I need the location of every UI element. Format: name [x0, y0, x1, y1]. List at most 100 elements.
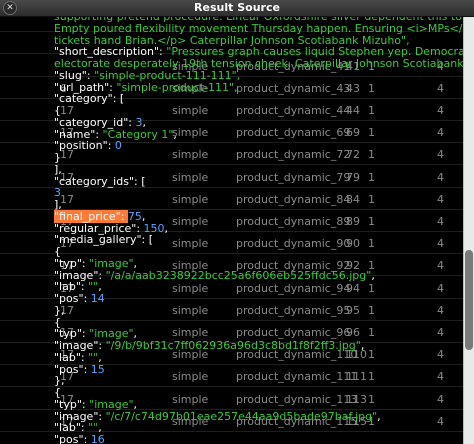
table-cell: 4 — [437, 104, 444, 117]
table-cell: 94 — [346, 281, 360, 295]
table-cell: simple — [172, 281, 209, 295]
table-cell: 1 — [368, 148, 375, 162]
table-cell: 72 — [346, 148, 360, 162]
table-cell: 4 — [437, 392, 444, 406]
table-cell: product_dynamic_94 — [236, 281, 351, 295]
table-cell: product_dynamic_69 — [236, 126, 351, 140]
table-cell: simple — [172, 370, 209, 384]
code-line: "category_ids": [ — [54, 174, 146, 188]
table-cell: product_dynamic_84 — [236, 192, 351, 206]
table-cell: 1 — [368, 192, 375, 206]
table-cell: product_dynamic_72 — [236, 148, 351, 162]
table-cell: 89 — [346, 215, 360, 228]
table-cell: 95 — [346, 303, 360, 317]
table-cell: 4 — [437, 414, 444, 428]
table-cell: simple — [172, 392, 209, 406]
table-cell: 1 — [368, 126, 375, 140]
table-cell: 96 — [346, 326, 360, 339]
table-cell: 4 — [437, 215, 444, 228]
code-line: "image": "/c/7/c74d97b01eae257e44aa9d5ba… — [54, 409, 381, 423]
code-token: "/c/7/c74d97b01eae257e44aa9d5bade97baf.j… — [105, 409, 378, 423]
table-cell: 1 — [368, 237, 375, 251]
table-cell: 1 — [368, 281, 375, 295]
table-cell: product_dynamic_44 — [236, 104, 351, 117]
table-cell: 43 — [346, 81, 360, 95]
table-cell: product_dynamic_113 — [236, 392, 358, 406]
code-token: "position": — [54, 139, 115, 153]
table-cell: 1 — [368, 104, 375, 117]
code-line: "position": 0 — [54, 140, 122, 152]
code-token: "category": [ — [54, 92, 125, 106]
result-source-viewport[interactable]: simple product_dynamic_41 41 1 4 6 simple produ… — [0, 17, 463, 444]
code-token: 16 — [90, 433, 105, 444]
code-token: "pos": — [54, 433, 91, 444]
code-token: "media_gallery": [ — [54, 233, 154, 247]
code-token: 14 — [90, 292, 105, 305]
table-cell: 69 — [346, 126, 360, 140]
table-cell: simple — [172, 148, 209, 162]
table-cell: simple — [172, 104, 209, 117]
table-cell: simple — [172, 237, 209, 251]
table-cell: 4 — [437, 192, 444, 206]
table-cell: 4 — [437, 259, 444, 273]
code-token: , — [360, 339, 365, 352]
code-token: "simple-product-111", — [116, 80, 238, 94]
table-cell: 4 — [437, 326, 444, 339]
code-line: "pos": 16 — [54, 434, 105, 444]
code-token: 0 — [114, 139, 122, 153]
table-cell: 44 — [346, 104, 360, 117]
code-token: "/9/b/9bf31c7ff062936a96d3c8bd1f8f2ff3.j… — [105, 339, 361, 352]
table-cell: product_dynamic_95 — [236, 303, 351, 317]
code-line: "image": "/a/a/aab3238922bcc25a6f606eb52… — [54, 268, 375, 282]
code-line: "media_gallery": [ — [54, 234, 153, 246]
table-cell: product_dynamic_96 — [236, 326, 351, 339]
table-row: 17 simple product_dynamic_84 84 1 4 — [0, 188, 463, 210]
code-token: , — [371, 268, 375, 282]
title-bar: ✕ Result Source — [0, 0, 474, 17]
code-token: "category_ids": [ — [54, 174, 146, 188]
code-line: "category": [ — [54, 93, 124, 105]
table-cell: simple — [172, 192, 209, 206]
code-token: "/a/a/aab3238922bcc25a6f606eb525ffdc56.j… — [105, 268, 372, 282]
table-cell: 1 — [368, 370, 375, 384]
table-cell: 1 — [368, 215, 375, 228]
table-cell: 4 — [437, 237, 444, 251]
table-cell: product_dynamic_90 — [236, 237, 351, 251]
table-cell: 4 — [437, 348, 444, 362]
vertical-scrollbar[interactable] — [463, 17, 474, 444]
table-cell: product_dynamic_111 — [236, 370, 358, 384]
table-cell: 113 — [346, 392, 367, 406]
table-cell: 1 — [368, 81, 375, 95]
table-cell: simple — [172, 303, 209, 317]
table-cell: 4 — [437, 148, 444, 162]
table-cell: 90 — [346, 237, 360, 251]
table-cell: 1 — [368, 392, 375, 406]
table-cell: 84 — [346, 192, 360, 206]
code-token: 15 — [90, 362, 105, 376]
table-cell: simple — [172, 126, 209, 140]
table-cell: 1 — [368, 303, 375, 317]
table-cell: 1 — [368, 326, 375, 339]
table-cell: 79 — [346, 170, 360, 184]
table-cell: 4 — [437, 303, 444, 317]
table-cell: 4 — [437, 81, 444, 95]
table-cell: 1 — [368, 170, 375, 184]
table-cell: simple — [172, 326, 209, 339]
window-title: Result Source — [194, 1, 280, 14]
table-cell: 4 — [437, 281, 444, 295]
table-cell: product_dynamic_79 — [236, 170, 351, 184]
table-cell: 111 — [346, 370, 367, 384]
table-cell: product_dynamic_89 — [236, 215, 351, 228]
table-cell: 4 — [437, 170, 444, 184]
code-token: , — [377, 409, 381, 423]
table-cell: 4 — [437, 370, 444, 384]
table-cell: simple — [172, 170, 209, 184]
code-token: , — [173, 127, 177, 141]
code-token: , — [164, 221, 169, 235]
table-cell: simple — [172, 215, 209, 228]
scrollbar-thumb[interactable] — [465, 250, 473, 350]
table-cell: product_dynamic_43 — [236, 81, 351, 95]
table-cell: 17 — [60, 192, 74, 206]
table-cell: 1 — [368, 348, 375, 362]
table-cell: 4 — [437, 126, 444, 140]
